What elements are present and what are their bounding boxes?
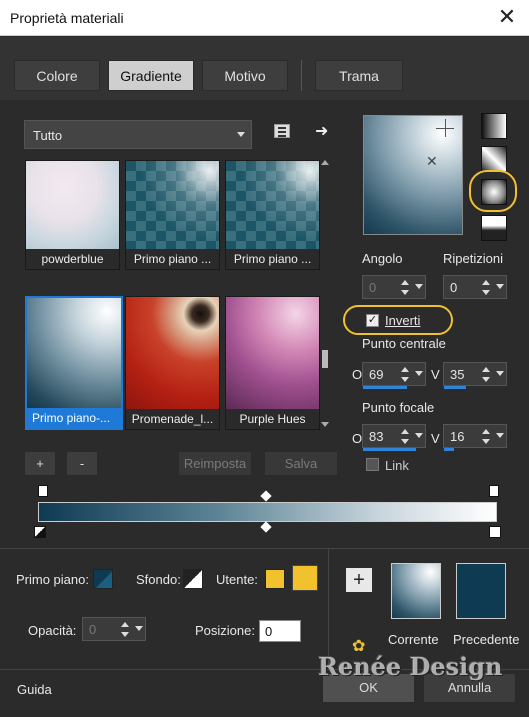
window-title: Proprietà materiali (10, 10, 124, 26)
center-v-field[interactable]: 35 (443, 362, 507, 389)
user-color-swatch[interactable] (265, 569, 285, 589)
butterfly-icon: ✿ (352, 638, 366, 655)
arrow-right-icon[interactable]: ➜ (315, 121, 328, 141)
focal-point-label: Punto focale (362, 400, 435, 415)
gradient-thumb-purple-hues[interactable]: Purple Hues (225, 296, 320, 430)
scroll-down-icon[interactable] (321, 422, 329, 427)
foreground-label: Primo piano: (16, 572, 89, 587)
sunburst-style-button[interactable] (481, 215, 507, 241)
thumb-preview (226, 297, 319, 409)
foreground-swatch[interactable] (93, 569, 113, 589)
bottom-stop-right[interactable] (489, 526, 501, 538)
background-label: Sfondo: (136, 572, 181, 587)
watermark-text: Renée Design (318, 652, 503, 681)
category-dropdown[interactable]: Tutto (24, 120, 252, 149)
radial-style-button[interactable] (481, 179, 507, 205)
focal-h-field[interactable]: 83 (362, 424, 426, 451)
rectangular-style-button[interactable] (481, 146, 507, 172)
thumb-label: Primo piano-... (27, 408, 121, 428)
save-button[interactable]: Salva (264, 451, 338, 476)
thumb-preview (27, 298, 121, 410)
center-v-label: V (431, 367, 440, 382)
thumb-label: Primo piano ... (126, 249, 219, 269)
library-menu-icon[interactable] (274, 124, 290, 138)
thumb-label: Purple Hues (226, 409, 319, 429)
focal-point-marker[interactable]: ✕ (426, 153, 438, 170)
previous-label: Precedente (453, 632, 520, 647)
section-divider (0, 548, 529, 549)
center-point-label: Punto centrale (362, 336, 446, 351)
background-swatch[interactable] (183, 569, 203, 589)
tab-motivo[interactable]: Motivo (202, 60, 288, 91)
tab-trama[interactable]: Trama (315, 60, 403, 91)
thumb-preview (226, 161, 319, 251)
top-stop-left[interactable] (38, 485, 48, 497)
invert-label: Inverti (385, 313, 421, 328)
center-h-field[interactable]: 69 (362, 362, 426, 389)
gradient-thumb-powderblue[interactable]: powderblue (25, 160, 120, 270)
help-link[interactable]: Guida (17, 682, 52, 697)
title-bar: Proprietà materiali ✕ (0, 0, 529, 36)
opacity-field[interactable]: 0 (82, 617, 146, 641)
angle-label: Angolo (362, 251, 403, 266)
repeats-field[interactable]: 0 (443, 275, 507, 299)
thumb-preview (126, 161, 219, 251)
bottom-stop-left[interactable] (34, 526, 46, 538)
linear-style-button[interactable] (481, 113, 507, 139)
position-field[interactable]: 0 (259, 620, 301, 642)
gradient-thumb-primo-piano-1[interactable]: Primo piano ... (125, 160, 220, 270)
gradient-bar[interactable] (38, 502, 497, 522)
current-label: Corrente (388, 632, 439, 647)
remove-gradient-button[interactable]: - (66, 451, 98, 476)
thumb-preview (26, 161, 119, 251)
close-icon[interactable]: ✕ (495, 4, 519, 30)
gradient-preview[interactable]: ✕ (363, 115, 463, 235)
tab-gradiente[interactable]: Gradiente (108, 60, 194, 91)
gradient-thumb-primo-piano-selected[interactable]: Primo piano-... (25, 296, 123, 430)
opacity-label: Opacità: (28, 623, 77, 638)
thumb-label: Promenade_l... (126, 409, 219, 429)
scroll-thumb[interactable] (322, 350, 328, 368)
top-stop-right[interactable] (489, 485, 499, 497)
top-midpoint-marker[interactable] (260, 490, 272, 502)
repeats-label: Ripetizioni (443, 251, 503, 266)
tab-divider (301, 60, 302, 91)
vertical-divider (328, 549, 329, 669)
reset-button[interactable]: Reimposta (178, 451, 252, 476)
link-checkbox[interactable] (366, 458, 379, 471)
invert-checkbox[interactable]: ✓ (366, 314, 379, 327)
chevron-down-icon (237, 132, 245, 137)
scroll-up-icon[interactable] (321, 160, 329, 165)
tab-colore[interactable]: Colore (14, 60, 100, 91)
gradient-thumb-promenade[interactable]: Promenade_l... (125, 296, 220, 430)
add-swatch-button[interactable]: + (345, 567, 373, 593)
angle-field[interactable]: 0 (362, 275, 426, 299)
position-label: Posizione: (195, 623, 255, 638)
center-h-label: O (352, 367, 363, 382)
user-label: Utente: (216, 572, 258, 587)
focal-v-label: V (431, 431, 440, 446)
current-material-swatch[interactable] (391, 563, 441, 619)
thumb-label: Primo piano ... (226, 249, 319, 269)
thumb-preview (126, 297, 219, 409)
add-gradient-button[interactable]: + (24, 451, 56, 476)
bottom-midpoint-marker[interactable] (260, 521, 272, 533)
link-label: Link (385, 458, 409, 473)
library-scrollbar[interactable] (318, 160, 332, 430)
previous-material-swatch[interactable] (456, 563, 506, 619)
focal-v-field[interactable]: 16 (443, 424, 507, 451)
category-value: Tutto (33, 128, 63, 143)
thumb-label: powderblue (26, 249, 119, 269)
gradient-thumb-primo-piano-2[interactable]: Primo piano ... (225, 160, 320, 270)
user-color-large-swatch[interactable] (292, 565, 318, 591)
focal-h-label: O (352, 431, 363, 446)
